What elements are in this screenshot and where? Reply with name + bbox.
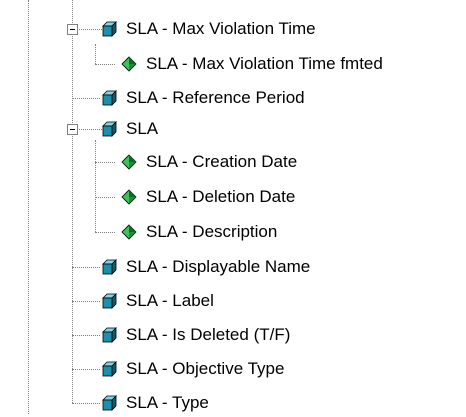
tree-connector-line <box>95 197 115 198</box>
tree-node[interactable]: SLA - Is Deleted (T/F) <box>100 323 290 347</box>
tree-node[interactable]: SLA - Objective Type <box>100 357 284 381</box>
tree-node-label: SLA - Creation Date <box>146 152 298 171</box>
dimension-cube-icon <box>100 360 118 378</box>
tree-node-label: SLA - Deletion Date <box>146 187 296 206</box>
tree-node[interactable]: SLA - Deletion Date <box>120 185 295 209</box>
tree-node[interactable]: SLA - Max Violation Time fmted <box>120 52 383 76</box>
tree-node[interactable]: SLA <box>100 117 158 141</box>
tree-connector-line <box>28 0 29 414</box>
dimension-cube-icon <box>100 258 118 276</box>
attribute-diamond-icon <box>120 223 138 241</box>
dimension-cube-icon <box>100 326 118 344</box>
tree-node[interactable]: SLA - Creation Date <box>120 150 297 174</box>
tree-node-label: SLA - Max Violation Time <box>126 19 316 38</box>
tree-connector-line <box>95 232 115 233</box>
tree-node-label: SLA - Max Violation Time fmted <box>146 54 383 73</box>
tree-node[interactable]: SLA - Label <box>100 289 214 313</box>
tree-connector-line <box>72 403 100 404</box>
tree-connector-line <box>72 98 100 99</box>
tree-connector-line <box>72 0 73 403</box>
collapse-toggle[interactable] <box>67 124 78 135</box>
tree-node[interactable]: SLA - Max Violation Time <box>100 17 316 41</box>
tree-node-label: SLA - Label <box>126 291 214 310</box>
tree-node-label: SLA - Objective Type <box>126 359 285 378</box>
tree-node-label: SLA <box>126 119 159 138</box>
tree-view: SLA - Max Violation Time SLA - Max Viola… <box>0 0 466 414</box>
tree-node-label: SLA - Reference Period <box>126 88 305 107</box>
tree-node[interactable]: SLA - Reference Period <box>100 86 305 110</box>
tree-node[interactable]: SLA - Description <box>120 220 277 244</box>
tree-node-label: SLA - Type <box>126 393 209 412</box>
tree-connector-line <box>72 267 100 268</box>
tree-node-label: SLA - Description <box>146 222 278 241</box>
attribute-diamond-icon <box>120 153 138 171</box>
tree-node[interactable]: SLA - Type <box>100 391 209 415</box>
dimension-cube-icon <box>100 20 118 38</box>
dimension-cube-icon <box>100 89 118 107</box>
tree-connector-line <box>72 369 100 370</box>
dimension-cube-icon <box>100 394 118 412</box>
tree-connector-line <box>95 64 115 65</box>
tree-connector-line <box>72 335 100 336</box>
dimension-cube-icon <box>100 120 118 138</box>
tree-connector-line <box>95 140 96 232</box>
tree-node-label: SLA - Displayable Name <box>126 257 311 276</box>
tree-connector-line <box>72 301 100 302</box>
tree-node-label: SLA - Is Deleted (T/F) <box>126 325 291 344</box>
collapse-toggle[interactable] <box>67 24 78 35</box>
tree-connector-line <box>95 44 96 64</box>
tree-connector-line <box>95 162 115 163</box>
attribute-diamond-icon <box>120 188 138 206</box>
attribute-diamond-icon <box>120 55 138 73</box>
dimension-cube-icon <box>100 292 118 310</box>
tree-node[interactable]: SLA - Displayable Name <box>100 255 310 279</box>
